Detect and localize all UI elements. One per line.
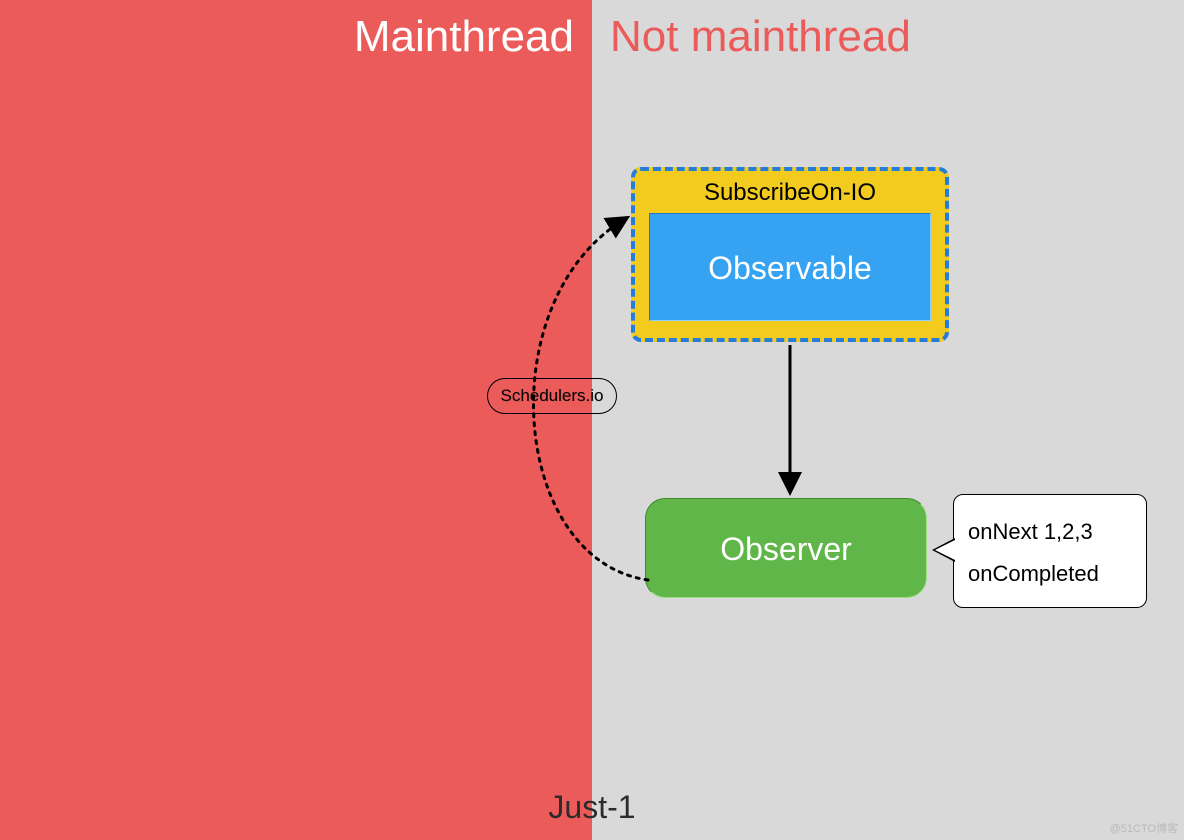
subscribe-label: SubscribeOn-IO [649,179,931,207]
schedulers-label: Schedulers.io [487,378,617,414]
callout-line-2: onCompleted [968,553,1132,595]
callout-line-1: onNext 1,2,3 [968,511,1132,553]
callout-box: onNext 1,2,3 onCompleted [953,494,1147,608]
observable-box: Observable [649,213,931,321]
observer-box: Observer [645,498,927,598]
heading-not-mainthread: Not mainthread [610,12,911,62]
subscribe-on-io-box: SubscribeOn-IO Observable [631,167,949,342]
mainthread-panel [0,0,592,840]
footer-label: Just-1 [0,789,1184,826]
heading-mainthread: Mainthread [354,12,574,62]
watermark: @51CTO博客 [1110,820,1178,836]
callout-tail [935,540,955,560]
